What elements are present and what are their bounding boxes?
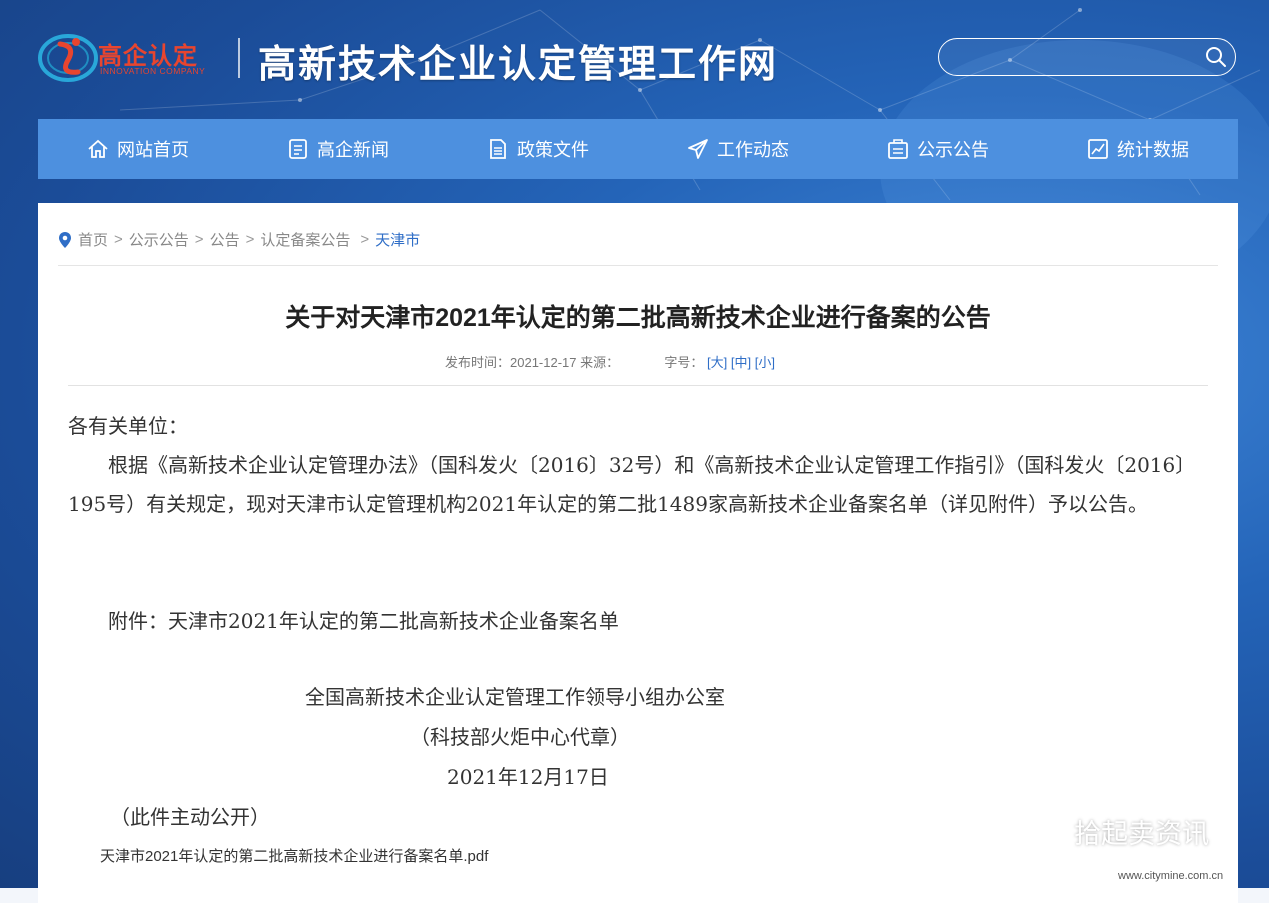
nav-item-stats[interactable]: 统计数据: [1038, 119, 1238, 179]
publish-info: 发布时间：2021-12-17 来源：: [445, 355, 620, 370]
home-icon: [88, 139, 108, 158]
logo-subtitle: INNOVATION COMPANY: [100, 66, 206, 76]
news-icon: [289, 139, 307, 159]
font-size-label: 字号：: [664, 355, 704, 370]
nav-item-policy[interactable]: 政策文件: [438, 119, 638, 179]
paper-plane-icon: [688, 139, 708, 159]
main-nav: 网站首页 高企新闻 政策文件 工作动态 公示公告 统计数据: [38, 119, 1238, 179]
article-title: 关于对天津市2021年认定的第二批高新技术企业进行备案的公告: [285, 304, 991, 332]
breadcrumb-separator: >: [360, 231, 370, 248]
article-meta: 发布时间：2021-12-17 来源： 字号： [大] [中] [小]: [445, 352, 775, 371]
signature-date: 2021年12月17日: [447, 765, 609, 789]
breadcrumb-separator: >: [194, 231, 204, 248]
nav-label-home: 网站首页: [117, 140, 189, 160]
nav-label-policy: 政策文件: [517, 140, 589, 160]
nav-item-news[interactable]: 高企新闻: [238, 119, 438, 179]
nav-label-notice: 公示公告: [917, 140, 989, 160]
nav-item-home[interactable]: 网站首页: [38, 119, 238, 179]
salutation: 各有关单位：: [68, 414, 188, 438]
search-box[interactable]: [938, 38, 1236, 76]
nav-item-work[interactable]: 工作动态: [638, 119, 838, 179]
document-icon: [490, 139, 506, 159]
nav-label-news: 高企新闻: [317, 140, 389, 160]
search-icon[interactable]: [1205, 46, 1227, 68]
watermark-url: www.citymine.com.cn: [1118, 870, 1224, 882]
signature-seal: （科技部火炬中心代章）: [410, 725, 630, 749]
font-size-medium[interactable]: [中]: [731, 355, 751, 370]
breadcrumb-separator: >: [245, 231, 255, 248]
breadcrumb-separator: >: [114, 231, 123, 248]
site-title: 高新技术企业认定管理工作网: [258, 41, 779, 86]
font-size-large[interactable]: [大]: [707, 355, 727, 370]
breadcrumb-announcement[interactable]: 公告: [210, 229, 240, 250]
nav-label-stats: 统计数据: [1117, 140, 1189, 160]
body-paragraph: 根据《高新技术企业认定管理办法》（国科发火〔2016〕32号）和《高新技术企业认…: [68, 453, 1196, 516]
signature-org: 全国高新技术企业认定管理工作领导小组办公室: [305, 685, 725, 709]
nav-item-notice[interactable]: 公示公告: [838, 119, 1038, 179]
divider: [68, 385, 1208, 386]
watermark: 拾起卖资讯: [1018, 812, 1209, 851]
breadcrumb-filing[interactable]: 认定备案公告: [260, 229, 350, 250]
attachment-line: 附件：天津市2021年认定的第二批高新技术企业备案名单: [108, 609, 619, 633]
breadcrumb-current[interactable]: 天津市: [375, 229, 420, 250]
divider: [58, 265, 1218, 266]
chart-icon: [1088, 139, 1108, 159]
search-input[interactable]: [955, 45, 1199, 71]
notice-icon: [888, 139, 908, 159]
wechat-icon: [1020, 815, 1065, 847]
pdf-attachment-link[interactable]: 天津市2021年认定的第二批高新技术企业进行备案名单.pdf: [100, 845, 488, 866]
nav-label-work: 工作动态: [717, 140, 789, 160]
location-pin-icon: [59, 231, 71, 248]
public-note: （此件主动公开）: [110, 805, 270, 829]
breadcrumb-home[interactable]: 首页: [78, 229, 108, 250]
breadcrumb: 首页 > 公示公告 > 公告 > 认定备案公告 > 天津市: [58, 229, 426, 250]
logo-divider: [238, 38, 240, 78]
breadcrumb-notices[interactable]: 公示公告: [129, 229, 189, 250]
font-size-small[interactable]: [小]: [755, 355, 775, 370]
watermark-text: 拾起卖资讯: [1074, 819, 1209, 850]
